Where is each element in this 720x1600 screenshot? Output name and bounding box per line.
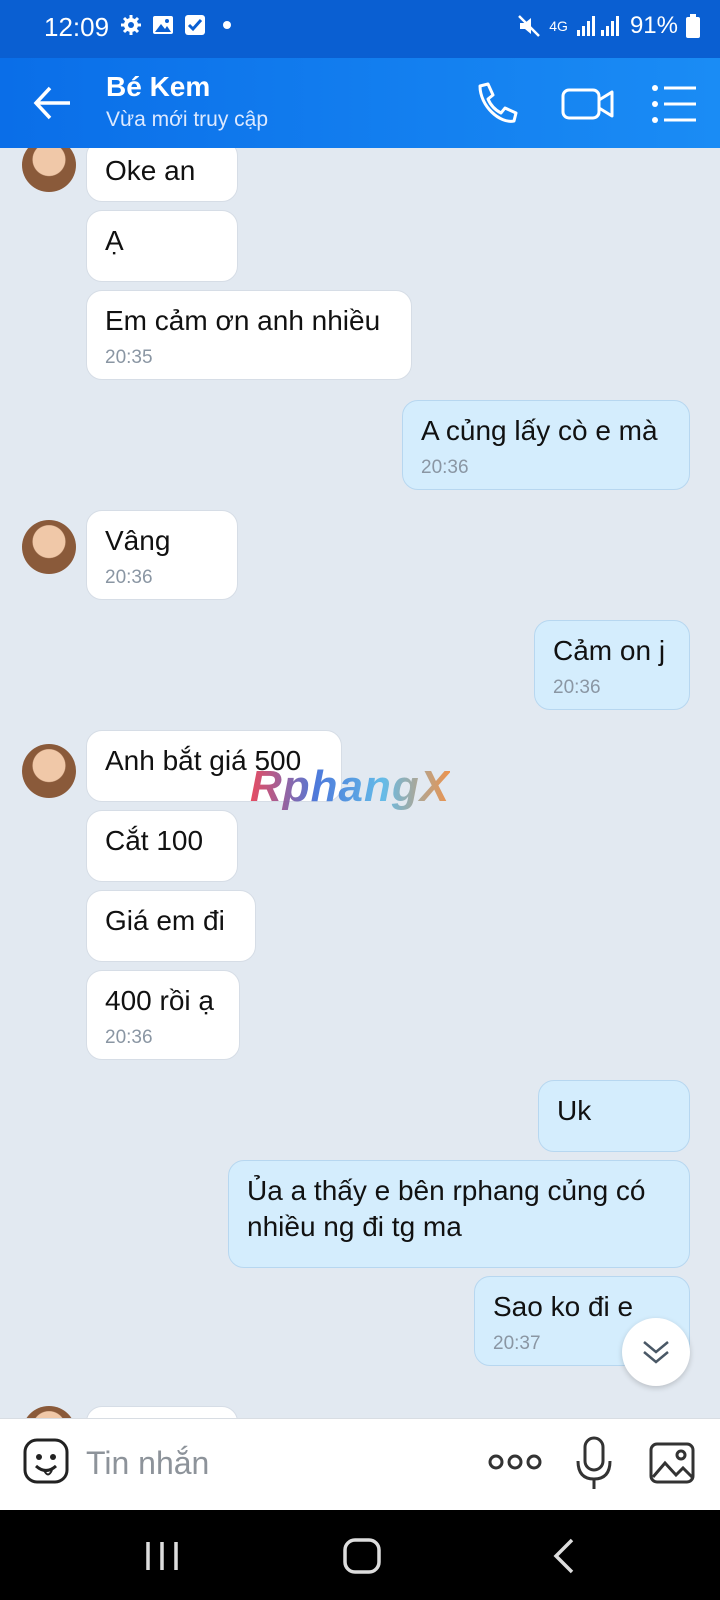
more-dots-icon[interactable]: [488, 1445, 542, 1479]
gallery-icon: [153, 16, 173, 34]
message-time: 20:36: [421, 457, 469, 478]
message-bubble[interactable]: Vâng 20:36: [86, 510, 238, 600]
message-time: 20:36: [105, 567, 153, 588]
contact-avatar[interactable]: [22, 520, 76, 574]
dot-icon: [223, 21, 231, 29]
message-bubble[interactable]: Ạ: [86, 210, 238, 282]
network-type: 4G: [549, 18, 568, 34]
message-composer: [0, 1418, 720, 1510]
message-text: Oke an: [105, 155, 196, 186]
message-text: A củng lấy cò e mà: [421, 415, 658, 446]
message-bubble[interactable]: Giá em đi: [86, 890, 256, 962]
scroll-to-bottom-icon[interactable]: [622, 1318, 690, 1386]
home-icon[interactable]: [340, 1536, 384, 1576]
message-text: Giá em đi: [105, 905, 225, 936]
checkbox-icon: [185, 15, 205, 35]
message-bubble[interactable]: Cắt 100: [86, 810, 238, 882]
contact-name[interactable]: Bé Kem: [106, 71, 210, 103]
status-bar: 12:09 4G 91%: [0, 0, 720, 58]
message-text: Em cảm ơn anh nhiều: [105, 305, 381, 336]
message-bubble[interactable]: [86, 1406, 238, 1418]
phone-icon[interactable]: [470, 78, 522, 130]
system-nav-bar: [0, 1510, 720, 1600]
message-text: Ủa a thấy e bên rphang củng có nhiều ng …: [247, 1175, 646, 1242]
recent-apps-icon[interactable]: [140, 1536, 184, 1576]
message-bubble[interactable]: A củng lấy cò e mà 20:36: [402, 400, 690, 490]
message-text: Uk: [557, 1095, 592, 1126]
contact-avatar[interactable]: [22, 744, 76, 798]
chat-header: Bé Kem Vừa mới truy cập: [0, 58, 720, 148]
microphone-icon[interactable]: [574, 1435, 614, 1491]
mute-icon: [518, 15, 541, 37]
message-bubble[interactable]: Uk: [538, 1080, 690, 1152]
watermark: RphangX: [250, 762, 451, 811]
signal-icon: [576, 16, 619, 36]
message-bubble[interactable]: Oke an: [86, 148, 238, 202]
message-text: Cảm on j: [553, 635, 666, 666]
message-text: Vâng: [105, 525, 171, 556]
status-system-icons: 4G 91%: [517, 12, 700, 40]
contact-status: Vừa mới truy cập: [106, 108, 269, 131]
message-text: Sao ko đi e: [493, 1291, 634, 1322]
message-text: Cắt 100: [105, 825, 204, 856]
menu-list-icon[interactable]: [650, 78, 702, 130]
message-text: 400 rồi ạ: [105, 985, 214, 1016]
image-icon[interactable]: [648, 1439, 696, 1487]
status-time: 12:09: [44, 12, 110, 42]
back-icon[interactable]: [544, 1536, 588, 1576]
message-bubble[interactable]: 400 rồi ạ 20:36: [86, 970, 240, 1060]
message-time: 20:36: [553, 677, 601, 698]
message-time: 20:35: [105, 347, 153, 368]
back-arrow-icon[interactable]: [30, 80, 76, 126]
battery-icon: [686, 14, 700, 38]
status-notification-icons: [120, 14, 238, 36]
message-bubble[interactable]: Em cảm ơn anh nhiều 20:35: [86, 290, 412, 380]
battery-percent: 91%: [629, 12, 678, 39]
video-icon[interactable]: [560, 78, 616, 130]
contact-avatar[interactable]: [22, 148, 76, 192]
message-input[interactable]: [86, 1435, 466, 1491]
message-bubble[interactable]: Ủa a thấy e bên rphang củng có nhiều ng …: [228, 1160, 690, 1268]
message-bubble[interactable]: Cảm on j 20:36: [534, 620, 690, 710]
emoji-icon[interactable]: [22, 1437, 70, 1485]
contact-avatar[interactable]: [22, 1406, 76, 1418]
message-text: Ạ: [105, 225, 124, 256]
settings-icon: [121, 15, 141, 35]
message-time: 20:36: [105, 1027, 153, 1048]
